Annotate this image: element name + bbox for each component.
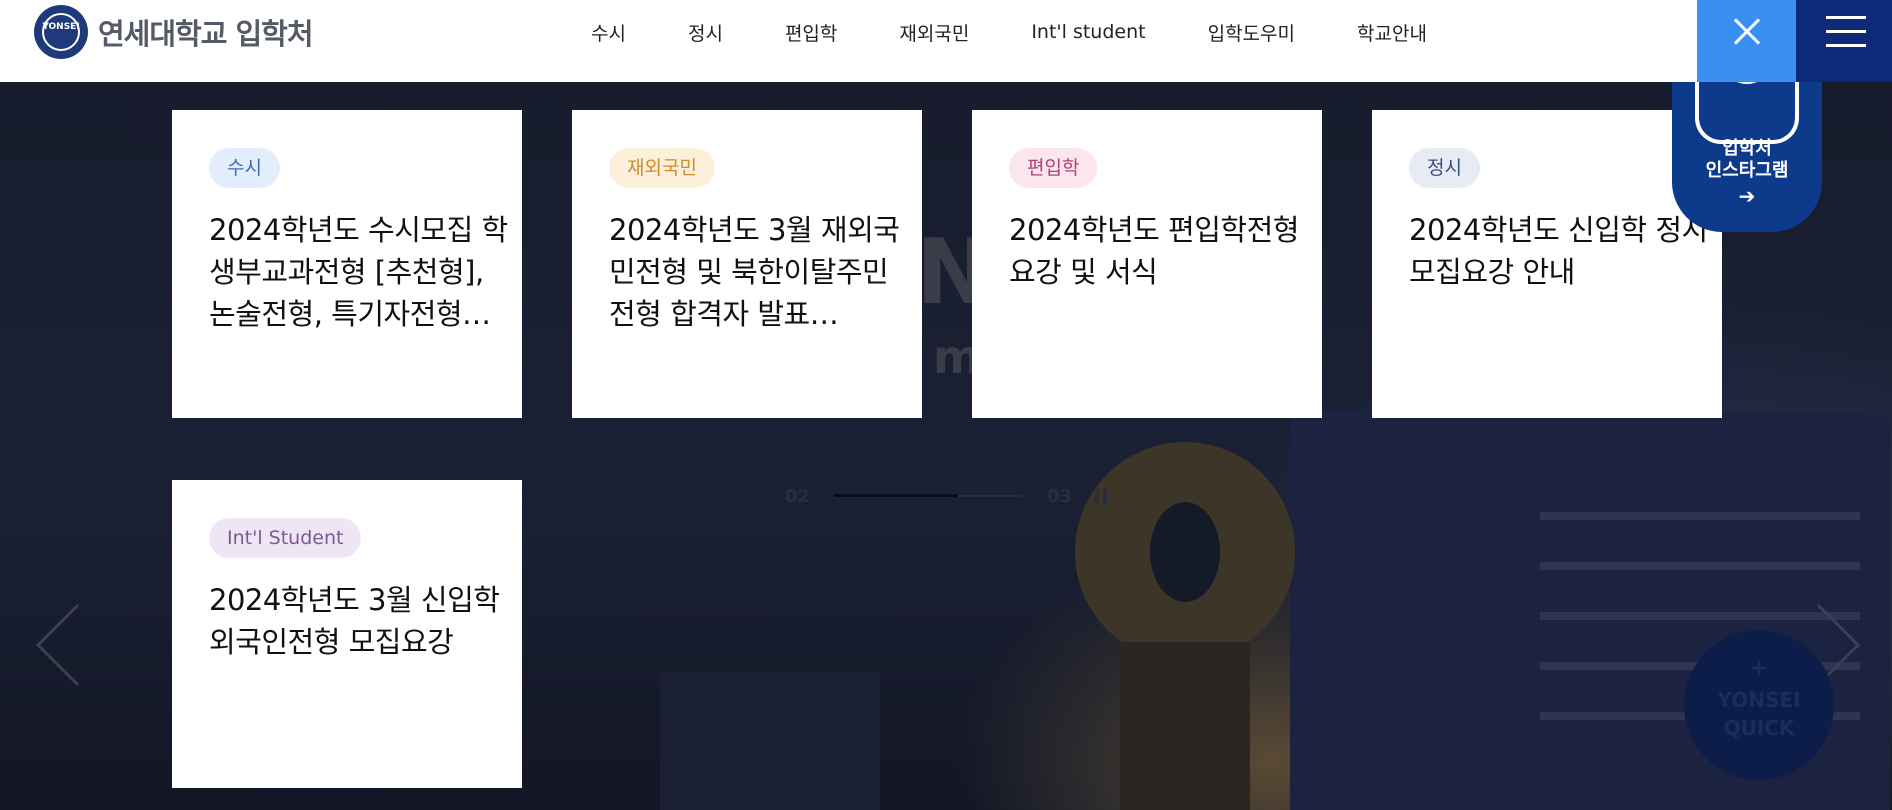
chevron-left-icon <box>35 603 80 687</box>
card-title: 2024학년도 3월 재외국민전형 및 북한이탈주민전형 합격자 발표… <box>609 213 900 331</box>
close-button[interactable] <box>1697 0 1796 82</box>
plus-icon: + <box>1749 656 1769 681</box>
menu-button[interactable] <box>1796 0 1892 82</box>
nav-item-overseas[interactable]: 재외국민 <box>899 19 969 46</box>
notice-card[interactable]: 수시 2024학년도 수시모집 학생부교과전형 [추천형], 논술전형, 특기자… <box>172 110 522 418</box>
building-shape <box>660 672 880 810</box>
prev-slide-button[interactable] <box>28 600 88 690</box>
hamburger-icon <box>1826 30 1866 33</box>
nav-item-intl-student[interactable]: Int'l student <box>1031 21 1145 43</box>
notice-card[interactable]: 편입학 2024학년도 편입학전형 요강 및 서식 <box>972 110 1322 418</box>
site-header: YONSEI 연세대학교 입학처 수시 정시 편입학 재외국민 Int'l st… <box>0 0 1892 82</box>
hamburger-icon <box>1826 16 1866 19</box>
building-window <box>1540 512 1860 520</box>
arrow-right-icon: ➔ <box>1738 184 1756 208</box>
hamburger-icon <box>1826 44 1866 47</box>
notice-card[interactable]: 정시 2024학년도 신입학 정시모집요강 안내 <box>1372 110 1722 418</box>
notice-card[interactable]: 재외국민 2024학년도 3월 재외국민전형 및 북한이탈주민전형 합격자 발표… <box>572 110 922 418</box>
emblem-text: YONSEI <box>42 22 80 32</box>
building-window <box>1540 562 1860 570</box>
nav-item-about[interactable]: 학교안내 <box>1357 19 1427 46</box>
category-badge: 수시 <box>209 148 280 188</box>
pause-icon[interactable] <box>1095 489 1109 505</box>
quick-label: YONSEI <box>1717 688 1801 712</box>
quick-label: QUICK <box>1723 716 1795 740</box>
slide-next-number: 03 <box>1047 486 1073 507</box>
card-title: 2024학년도 신입학 정시모집요강 안내 <box>1409 213 1708 289</box>
card-title: 2024학년도 3월 신입학 외국인전형 모집요강 <box>209 583 500 659</box>
nav-item-helper[interactable]: 입학도우미 <box>1208 19 1295 46</box>
category-badge: 재외국민 <box>609 148 715 188</box>
instagram-label: 인스타그램 <box>1705 160 1789 181</box>
sculpture-base <box>1120 642 1250 810</box>
card-title: 2024학년도 수시모집 학생부교과전형 [추천형], 논술전형, 특기자전형… <box>209 213 508 331</box>
category-badge: 정시 <box>1409 148 1480 188</box>
nav-item-transfer[interactable]: 편입학 <box>785 19 837 46</box>
notice-card[interactable]: Int'l Student 2024학년도 3월 신입학 외국인전형 모집요강 <box>172 480 522 788</box>
main-nav: 수시 정시 편입학 재외국민 Int'l student 입학도우미 학교안내 <box>560 0 1458 64</box>
logo[interactable]: YONSEI 연세대학교 입학처 <box>34 5 314 59</box>
category-badge: 편입학 <box>1009 148 1098 188</box>
university-emblem-icon: YONSEI <box>34 5 88 59</box>
slide-current-number: 02 <box>785 486 811 507</box>
nav-item-susi[interactable]: 수시 <box>591 19 626 46</box>
yonsei-quick-button[interactable]: + YONSEI QUICK <box>1684 630 1834 780</box>
category-badge: Int'l Student <box>209 518 362 558</box>
sculpture-hole <box>1150 502 1220 602</box>
card-title: 2024학년도 편입학전형 요강 및 서식 <box>1009 213 1299 289</box>
logo-text: 연세대학교 입학처 <box>98 17 314 51</box>
slide-progress-fill <box>834 494 958 497</box>
nav-item-jeongsi[interactable]: 정시 <box>688 19 723 46</box>
